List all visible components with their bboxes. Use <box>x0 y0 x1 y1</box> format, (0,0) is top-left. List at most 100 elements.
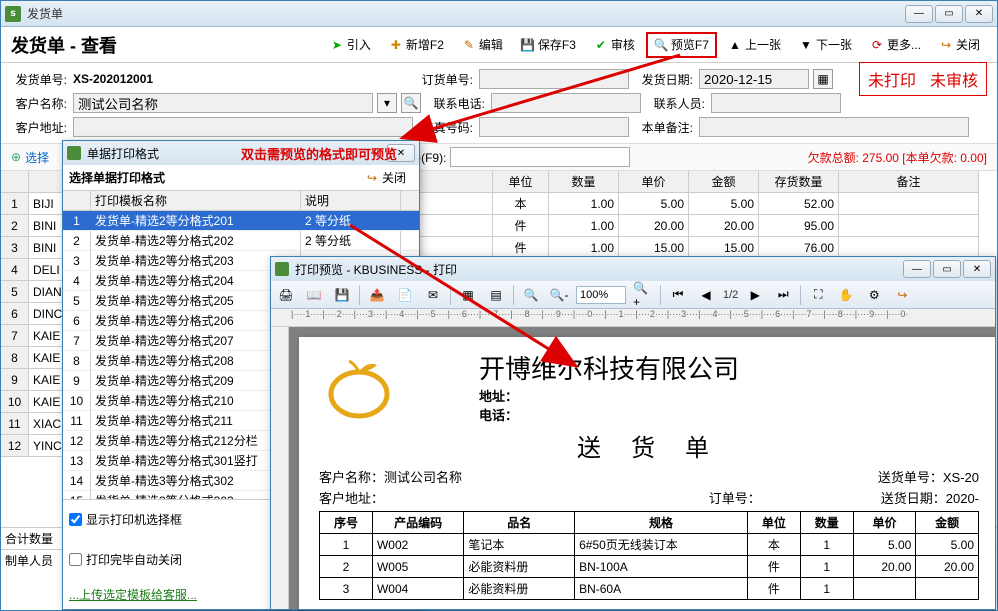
remark-input[interactable] <box>699 117 969 137</box>
status-audit: 未审核 <box>930 67 978 91</box>
addr-input[interactable] <box>73 117 413 137</box>
select-icon: ⊕ <box>11 150 21 164</box>
pv-hand-icon[interactable]: ✋ <box>835 284 857 306</box>
preview-table-row: 2W005必能资料册BN-100A件120.0020.00 <box>320 556 979 578</box>
code-f9-input[interactable] <box>450 147 630 167</box>
phone-label: 联系电话: <box>429 95 485 112</box>
cust-label: 客户名称: <box>11 95 67 112</box>
doc-no-label: 发货单号: <box>11 71 67 88</box>
order-no-input[interactable] <box>479 69 629 89</box>
cust-search-icon[interactable]: 🔍 <box>401 93 421 113</box>
remark-label: 本单备注: <box>633 119 693 136</box>
app-icon: s <box>5 6 21 22</box>
save-button[interactable]: 💾保存F3 <box>514 32 583 58</box>
order-no-label: 订货单号: <box>417 71 473 88</box>
company-name: 开博维尔科技有限公司 <box>479 349 739 386</box>
pv-mail-icon[interactable]: ✉ <box>422 284 444 306</box>
pv-maximize-button[interactable]: ▭ <box>933 260 961 278</box>
addr-label: 客户地址: <box>11 119 67 136</box>
pv-zoom-in-icon[interactable]: 🔍+ <box>632 284 654 306</box>
col-template-name: 打印模板名称 <box>91 191 301 210</box>
add-button[interactable]: ✚新增F2 <box>382 32 451 58</box>
preview-icon: 🔍 <box>654 38 668 52</box>
company-logo-icon <box>319 349 399 419</box>
edit-button[interactable]: ✎编辑 <box>455 32 510 58</box>
pv-export-icon[interactable]: 📤 <box>366 284 388 306</box>
doc-title: 送 货 单 <box>319 428 979 463</box>
pv-fit-icon[interactable]: ⛶ <box>807 284 829 306</box>
doc-no-value: XS-202012001 <box>73 72 413 86</box>
pv-last-icon[interactable]: ⏭ <box>772 284 794 306</box>
pv-prev-icon[interactable]: ◀ <box>695 284 717 306</box>
import-button[interactable]: ➤引入 <box>323 32 378 58</box>
up-icon: ▲ <box>728 38 742 52</box>
pv-save-icon[interactable]: 💾 <box>331 284 353 306</box>
pv-next-icon[interactable]: ▶ <box>744 284 766 306</box>
more-button[interactable]: ⟳更多... <box>863 32 928 58</box>
close-window-button[interactable]: ✕ <box>965 5 993 23</box>
preview-body: 开博维尔科技有限公司 地址： 电话： 送 货 单 客户名称：测试公司名称 送货单… <box>271 327 995 609</box>
cust-dropdown-icon[interactable]: ▾ <box>377 93 397 113</box>
maker-label: 制单人员 <box>1 550 69 571</box>
preview-title: 打印预览 - KBUSINESS - 打印 <box>295 261 903 278</box>
pv-print-icon[interactable]: 🖨 <box>275 284 297 306</box>
date-picker-icon[interactable]: ▦ <box>813 69 833 89</box>
prev-button[interactable]: ▲上一张 <box>721 32 788 58</box>
contact-label: 联系人员: <box>645 95 705 112</box>
pv-first-icon[interactable]: ⏮ <box>667 284 689 306</box>
show-printer-checkbox[interactable]: 显示打印机选择框 <box>69 511 182 528</box>
form-area: 发货单号: XS-202012001 订货单号: 发货日期: ▦ 未打印 未审核… <box>1 63 997 143</box>
close-page-button[interactable]: ↪关闭 <box>932 32 987 58</box>
pv-close-button[interactable]: ✕ <box>963 260 991 278</box>
page-title: 发货单 - 查看 <box>11 32 323 58</box>
exit-icon: ↪ <box>939 38 953 52</box>
save-icon: 💾 <box>521 38 535 52</box>
status-box: 未打印 未审核 <box>859 62 987 96</box>
debt-total: 欠款总额: 275.00 [本单欠款: 0.00] <box>808 149 987 166</box>
template-row[interactable]: 2发货单-精选2等分格式2022 等分纸 <box>63 231 419 251</box>
audit-button[interactable]: ✔审核 <box>587 32 642 58</box>
pv-zoom-input[interactable] <box>576 286 626 304</box>
pv-page-icon[interactable]: ▤ <box>485 284 507 306</box>
template-hint: 双击需预览的格式即可预览 <box>241 144 397 163</box>
fax-input[interactable] <box>479 117 629 137</box>
upload-template-link[interactable]: ...上传选定模板给客服... <box>69 586 197 603</box>
app-icon <box>67 146 81 160</box>
template-row[interactable]: 1发货单-精选2等分格式2012 等分纸 <box>63 211 419 231</box>
app-icon <box>275 262 289 276</box>
add-icon: ✚ <box>389 38 403 52</box>
status-print: 未打印 <box>868 67 916 91</box>
preview-table: 序号产品编码品名规格单位数量单价金额 1W002笔记本6#50页无线装订本本15… <box>319 511 979 600</box>
ruler-vertical <box>271 327 289 609</box>
pv-design-icon[interactable]: ⚙ <box>863 284 885 306</box>
company-addr-label: 地址： <box>479 386 739 405</box>
preview-page-area[interactable]: 开博维尔科技有限公司 地址： 电话： 送 货 单 客户名称：测试公司名称 送货单… <box>289 327 995 609</box>
pv-minimize-button[interactable]: — <box>903 260 931 278</box>
pv-grid-icon[interactable]: ▦ <box>457 284 479 306</box>
select-link[interactable]: 选择 <box>25 149 49 166</box>
phone-input[interactable] <box>491 93 641 113</box>
template-close-button[interactable]: ↪关闭 <box>358 165 413 191</box>
more-icon: ⟳ <box>870 38 884 52</box>
maximize-button[interactable]: ▭ <box>935 5 963 23</box>
ship-date-input[interactable] <box>699 69 809 89</box>
title-bar: s 发货单 — ▭ ✕ <box>1 1 997 27</box>
contact-input[interactable] <box>711 93 841 113</box>
pv-exit-icon[interactable]: ↪ <box>891 284 913 306</box>
pv-zoom-out-icon[interactable]: 🔍- <box>548 284 570 306</box>
preview-paper: 开博维尔科技有限公司 地址： 电话： 送 货 单 客户名称：测试公司名称 送货单… <box>299 337 995 609</box>
print-preview-window: 打印预览 - KBUSINESS - 打印 — ▭ ✕ 🖨 📖 💾 📤 📄 ✉ … <box>270 256 996 610</box>
edit-icon: ✎ <box>462 38 476 52</box>
fax-label: 传真号码: <box>417 119 473 136</box>
template-sub-bar: 选择单据打印格式 ↪关闭 <box>63 165 419 191</box>
pv-find-icon[interactable]: 🔍 <box>520 284 542 306</box>
preview-table-row: 3W004必能资料册BN-60A件1 <box>320 578 979 600</box>
cust-input[interactable] <box>73 93 373 113</box>
main-toolbar: ➤引入 ✚新增F2 ✎编辑 💾保存F3 ✔审核 🔍预览F7 ▲上一张 ▼下一张 … <box>323 32 987 58</box>
minimize-button[interactable]: — <box>905 5 933 23</box>
next-button[interactable]: ▼下一张 <box>792 32 859 58</box>
pv-pdf-icon[interactable]: 📄 <box>394 284 416 306</box>
pv-open-icon[interactable]: 📖 <box>303 284 325 306</box>
ruler-horizontal: |····1····|····2····|····3····|····4····… <box>271 309 995 327</box>
preview-button[interactable]: 🔍预览F7 <box>646 32 717 58</box>
